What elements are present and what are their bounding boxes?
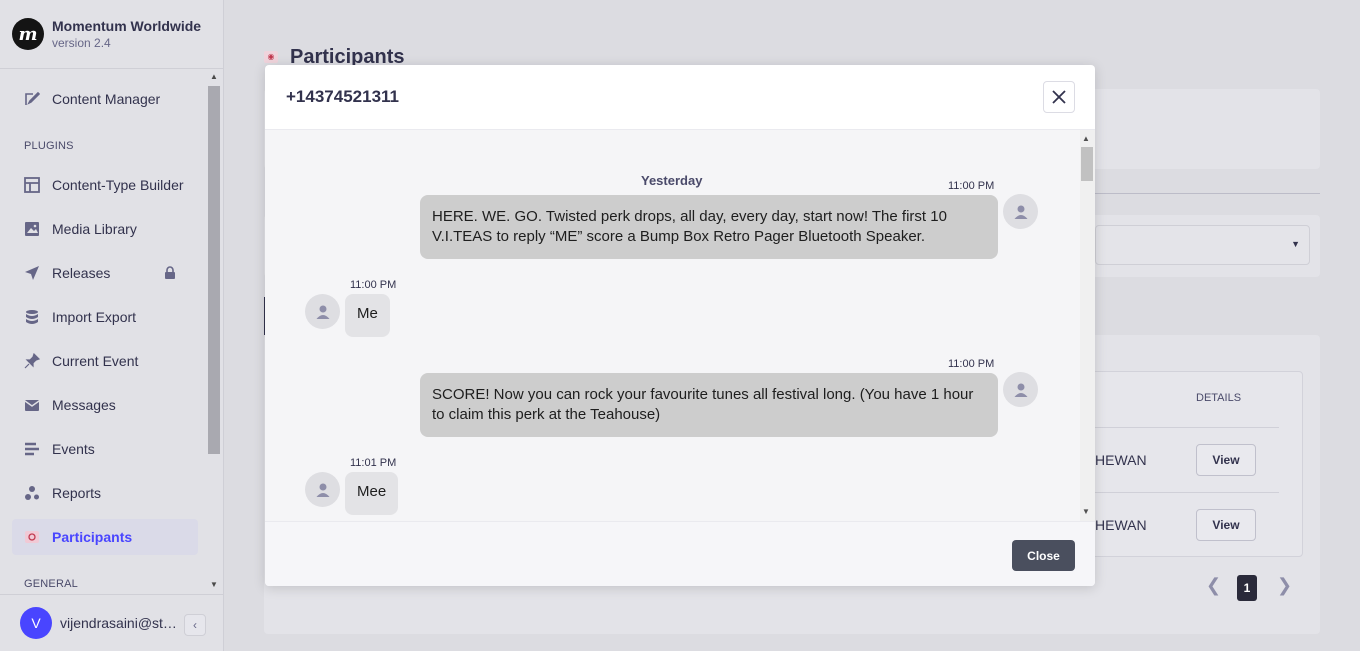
chat-thread[interactable]: Yesterday 11:00 PM HERE. WE. GO. Twisted… bbox=[265, 130, 1080, 521]
chat-scrollbar-thumb[interactable] bbox=[1081, 147, 1093, 181]
sidebar-item-content-type-builder[interactable]: Content-Type Builder bbox=[12, 167, 198, 203]
modal-header: +14374521311 bbox=[265, 65, 1095, 130]
view-button[interactable]: View bbox=[1196, 509, 1256, 541]
user-avatar-icon bbox=[305, 472, 340, 507]
brand-version: version 2.4 bbox=[52, 36, 111, 50]
sidebar-item-current-event[interactable]: Current Event bbox=[12, 343, 198, 379]
image-icon bbox=[24, 221, 40, 237]
user-name[interactable]: vijendrasaini@sta... bbox=[60, 615, 180, 631]
divider bbox=[1094, 193, 1320, 194]
sidebar-item-label: Messages bbox=[52, 397, 116, 413]
sidebar-scrollbar-thumb[interactable] bbox=[208, 86, 220, 454]
section-plugins: PLUGINS bbox=[24, 140, 74, 152]
modal-close-button[interactable] bbox=[1043, 81, 1075, 113]
sidebar-item-label: Import Export bbox=[52, 309, 137, 325]
sidebar-item-releases[interactable]: Releases bbox=[12, 255, 198, 291]
user-avatar-icon bbox=[1003, 372, 1038, 407]
list-icon bbox=[24, 441, 40, 457]
layout-icon bbox=[24, 177, 40, 193]
participants-icon: ◉ bbox=[264, 51, 278, 63]
message-bubble-outgoing: HERE. WE. GO. Twisted perk drops, all da… bbox=[420, 195, 998, 259]
sidebar-item-import-export[interactable]: Import Export bbox=[12, 299, 198, 335]
database-icon bbox=[24, 309, 40, 325]
user-bar: V vijendrasaini@sta... ‹ bbox=[0, 594, 224, 651]
reports-icon bbox=[24, 485, 40, 501]
conversation-modal: +14374521311 Yesterday 11:00 PM HERE. WE… bbox=[265, 65, 1095, 586]
pagination-page[interactable]: 1 bbox=[1237, 575, 1257, 601]
sidebar-item-content-manager[interactable]: Content Manager bbox=[12, 81, 198, 117]
message-time: 11:00 PM bbox=[948, 358, 995, 370]
message-bubble-incoming: Me bbox=[345, 294, 390, 337]
message-bubble-outgoing: SCORE! Now you can rock your favourite t… bbox=[420, 373, 998, 437]
column-header-details: DETAILS bbox=[1196, 392, 1242, 404]
pagination-next-icon[interactable]: ❯ bbox=[1277, 575, 1292, 596]
sidebar-item-messages[interactable]: Messages bbox=[12, 387, 198, 423]
brand-header: m Momentum Worldwide version 2.4 bbox=[0, 0, 223, 69]
collapse-sidebar-button[interactable]: ‹ bbox=[184, 614, 206, 636]
chat-scrollbar[interactable] bbox=[1080, 130, 1095, 521]
sidebar-item-media-library[interactable]: Media Library bbox=[12, 211, 198, 247]
lock-icon bbox=[164, 266, 176, 282]
modal-footer: Close bbox=[265, 521, 1095, 586]
brand-logo: m bbox=[12, 18, 44, 50]
filter-select[interactable]: ▼ bbox=[1095, 225, 1310, 265]
user-avatar-icon bbox=[1003, 194, 1038, 229]
sidebar: m Momentum Worldwide version 2.4 Content… bbox=[0, 0, 224, 651]
sidebar-item-label: Content-Type Builder bbox=[52, 177, 184, 193]
message-bubble-incoming: Mee bbox=[345, 472, 399, 515]
message-time: 11:00 PM bbox=[948, 180, 995, 192]
envelope-icon bbox=[24, 397, 40, 413]
table-cell-region: HEWAN bbox=[1095, 452, 1147, 468]
message-time: 11:01 PM bbox=[350, 457, 397, 469]
row-divider bbox=[1095, 492, 1279, 493]
scroll-up-arrow-icon[interactable]: ▲ bbox=[1082, 134, 1090, 143]
sidebar-item-reports[interactable]: Reports bbox=[12, 475, 198, 511]
sidebar-item-label: Participants bbox=[52, 529, 133, 545]
table-cell-region: HEWAN bbox=[1095, 517, 1147, 533]
sidebar-item-label: Current Event bbox=[52, 353, 139, 369]
chevron-left-icon: ‹ bbox=[193, 618, 197, 632]
sidebar-item-label: Content Manager bbox=[52, 91, 161, 107]
day-label: Yesterday bbox=[641, 173, 703, 188]
close-button[interactable]: Close bbox=[1012, 540, 1075, 571]
brand-name: Momentum Worldwide bbox=[52, 18, 202, 34]
paper-plane-icon bbox=[24, 265, 40, 281]
participants-icon bbox=[24, 529, 40, 545]
sidebar-item-label: Events bbox=[52, 441, 95, 457]
section-general: GENERAL bbox=[24, 578, 78, 590]
scroll-down-arrow-icon[interactable]: ▼ bbox=[1082, 507, 1090, 516]
scroll-down-arrow-icon[interactable]: ▼ bbox=[209, 580, 219, 590]
feather-icon bbox=[24, 91, 40, 107]
scroll-up-arrow-icon[interactable]: ▲ bbox=[209, 72, 219, 82]
close-icon bbox=[1052, 90, 1066, 104]
pin-icon bbox=[24, 353, 40, 369]
sidebar-item-label: Reports bbox=[52, 485, 102, 501]
message-time: 11:00 PM bbox=[350, 279, 397, 291]
user-avatar-icon bbox=[305, 294, 340, 329]
sidebar-item-participants[interactable]: Participants bbox=[12, 519, 198, 555]
sidebar-item-label: Media Library bbox=[52, 221, 137, 237]
sidebar-nav: Content Manager PLUGINS Content-Type Bui… bbox=[0, 70, 208, 594]
row-divider bbox=[1095, 427, 1279, 428]
sidebar-item-events[interactable]: Events bbox=[12, 431, 198, 467]
pagination-prev-icon[interactable]: ❮ bbox=[1206, 575, 1221, 596]
avatar[interactable]: V bbox=[20, 607, 52, 639]
view-button[interactable]: View bbox=[1196, 444, 1256, 476]
modal-title: +14374521311 bbox=[286, 87, 399, 106]
sidebar-item-label: Releases bbox=[52, 265, 111, 281]
chevron-down-icon: ▼ bbox=[1291, 239, 1300, 249]
